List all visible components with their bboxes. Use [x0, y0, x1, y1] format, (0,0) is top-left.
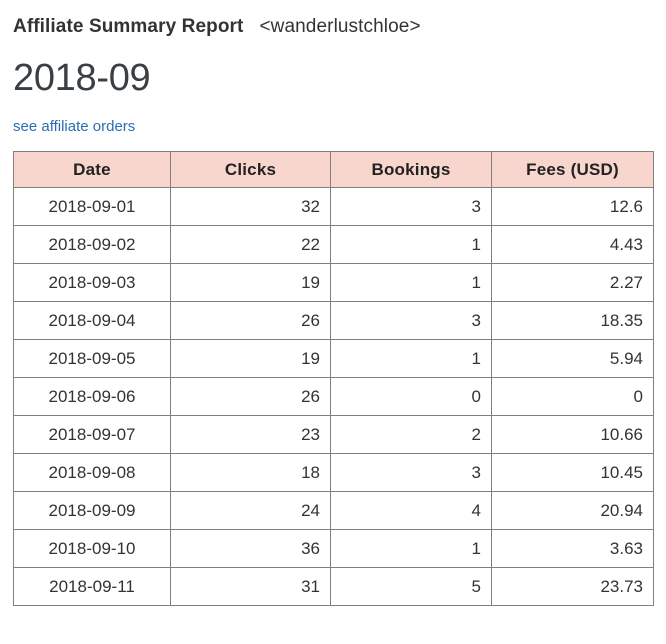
cell-bookings: 1 — [330, 529, 492, 568]
cell-fees: 10.45 — [491, 453, 654, 492]
table-row: 2018-09-02 22 1 4.43 — [13, 225, 654, 264]
table-row: 2018-09-01 32 3 12.6 — [13, 187, 654, 226]
cell-clicks: 19 — [170, 263, 331, 302]
cell-bookings: 3 — [330, 301, 492, 340]
cell-bookings: 3 — [330, 453, 492, 492]
cell-fees: 0 — [491, 377, 654, 416]
table-header-row: Date Clicks Bookings Fees (USD) — [13, 151, 654, 188]
cell-date: 2018-09-01 — [13, 187, 171, 226]
table-header: Date Clicks Bookings Fees (USD) — [13, 151, 654, 188]
cell-date: 2018-09-02 — [13, 225, 171, 264]
cell-date: 2018-09-04 — [13, 301, 171, 340]
column-header-clicks: Clicks — [170, 151, 331, 188]
cell-date: 2018-09-07 — [13, 415, 171, 454]
report-period-heading: 2018-09 — [13, 57, 151, 99]
column-header-fees: Fees (USD) — [491, 151, 654, 188]
cell-fees: 23.73 — [491, 567, 654, 606]
cell-date: 2018-09-08 — [13, 453, 171, 492]
cell-date: 2018-09-06 — [13, 377, 171, 416]
affiliate-summary-table: Date Clicks Bookings Fees (USD) 2018-09-… — [13, 151, 654, 606]
cell-date: 2018-09-11 — [13, 567, 171, 606]
column-header-bookings: Bookings — [330, 151, 492, 188]
cell-date: 2018-09-03 — [13, 263, 171, 302]
cell-date: 2018-09-09 — [13, 491, 171, 530]
cell-fees: 5.94 — [491, 339, 654, 378]
see-affiliate-orders-link[interactable]: see affiliate orders — [13, 118, 135, 136]
cell-bookings: 5 — [330, 567, 492, 606]
cell-fees: 3.63 — [491, 529, 654, 568]
cell-fees: 4.43 — [491, 225, 654, 264]
table-row: 2018-09-03 19 1 2.27 — [13, 263, 654, 302]
cell-bookings: 2 — [330, 415, 492, 454]
affiliate-account-name: <wanderlustchloe> — [259, 16, 421, 37]
cell-bookings: 0 — [330, 377, 492, 416]
table-row: 2018-09-04 26 3 18.35 — [13, 301, 654, 340]
cell-clicks: 23 — [170, 415, 331, 454]
cell-fees: 18.35 — [491, 301, 654, 340]
table-row: 2018-09-08 18 3 10.45 — [13, 453, 654, 492]
cell-date: 2018-09-10 — [13, 529, 171, 568]
cell-clicks: 18 — [170, 453, 331, 492]
cell-clicks: 32 — [170, 187, 331, 226]
cell-fees: 20.94 — [491, 491, 654, 530]
column-header-date: Date — [13, 151, 171, 188]
table-row: 2018-09-05 19 1 5.94 — [13, 339, 654, 378]
table-body: 2018-09-01 32 3 12.6 2018-09-02 22 1 4.43 2018-0… — [13, 187, 654, 606]
cell-clicks: 31 — [170, 567, 331, 606]
cell-bookings: 4 — [330, 491, 492, 530]
cell-clicks: 22 — [170, 225, 331, 264]
cell-clicks: 24 — [170, 491, 331, 530]
page-title: Affiliate Summary Report <wanderlustchloe… — [13, 0, 653, 38]
cell-bookings: 1 — [330, 263, 492, 302]
table-row: 2018-09-09 24 4 20.94 — [13, 491, 654, 530]
report-page: Affiliate Summary Report <wanderlustchloe… — [0, 0, 666, 606]
cell-bookings: 1 — [330, 339, 492, 378]
cell-fees: 10.66 — [491, 415, 654, 454]
cell-fees: 12.6 — [491, 187, 654, 226]
summary-table-container: Date Clicks Bookings Fees (USD) 2018-09-… — [13, 151, 654, 606]
cell-clicks: 36 — [170, 529, 331, 568]
cell-clicks: 26 — [170, 377, 331, 416]
cell-clicks: 26 — [170, 301, 331, 340]
cell-clicks: 19 — [170, 339, 331, 378]
table-row: 2018-09-10 36 1 3.63 — [13, 529, 654, 568]
cell-bookings: 1 — [330, 225, 492, 264]
cell-fees: 2.27 — [491, 263, 654, 302]
cell-bookings: 3 — [330, 187, 492, 226]
cell-date: 2018-09-05 — [13, 339, 171, 378]
table-row: 2018-09-11 31 5 23.73 — [13, 567, 654, 606]
report-title-text: Affiliate Summary Report — [13, 16, 244, 37]
table-row: 2018-09-07 23 2 10.66 — [13, 415, 654, 454]
table-row: 2018-09-06 26 0 0 — [13, 377, 654, 416]
